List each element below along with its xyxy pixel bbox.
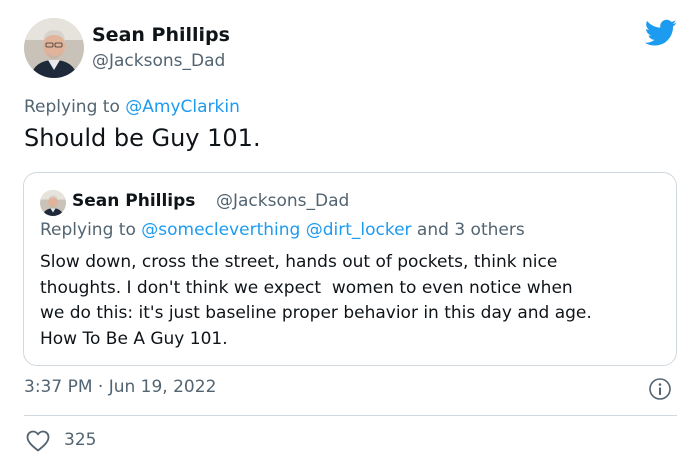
quoted-text-line: we do this: it's just baseline proper be… xyxy=(40,303,592,323)
quoted-author-name: Sean Phillips xyxy=(72,191,196,211)
quoted-replying-suffix: and 3 others xyxy=(411,220,525,240)
quoted-text-line: thoughts. I don't think we expect women … xyxy=(40,277,573,298)
heart-icon[interactable] xyxy=(26,430,50,452)
quoted-replying-prefix: Replying to xyxy=(40,220,142,240)
quoted-tweet[interactable]: Sean Phillips @Jacksons_Dad Replying to … xyxy=(23,172,677,366)
quoted-reply-mentions[interactable]: @somecleverthing @dirt_locker xyxy=(141,220,411,240)
quoted-replying-to: Replying to @somecleverthing @dirt_locke… xyxy=(40,220,525,240)
replying-prefix: Replying to xyxy=(24,97,126,117)
author-handle[interactable]: @Jacksons_Dad xyxy=(92,51,225,71)
twitter-bird-icon xyxy=(644,19,677,47)
tweet-text: Should be Guy 101. xyxy=(24,124,261,152)
tweet-timestamp[interactable]: 3:37 PM · Jun 19, 2022 xyxy=(24,377,216,397)
replying-to: Replying to @AmyClarkin xyxy=(24,97,240,117)
like-count[interactable]: 325 xyxy=(64,430,96,450)
quoted-text-line: How To Be A Guy 101. xyxy=(40,328,228,349)
quoted-text-line: Slow down, cross the street, hands out o… xyxy=(40,252,558,272)
author-name[interactable]: Sean Phillips xyxy=(92,24,230,46)
avatar[interactable] xyxy=(24,18,84,78)
info-icon[interactable] xyxy=(648,377,672,401)
divider xyxy=(24,415,677,416)
reply-mention-link[interactable]: @AmyClarkin xyxy=(125,97,240,117)
quoted-author-handle: @Jacksons_Dad xyxy=(216,191,350,211)
quoted-tweet-text: Slow down, cross the street, hands out o… xyxy=(40,250,670,352)
quoted-avatar xyxy=(40,190,66,216)
